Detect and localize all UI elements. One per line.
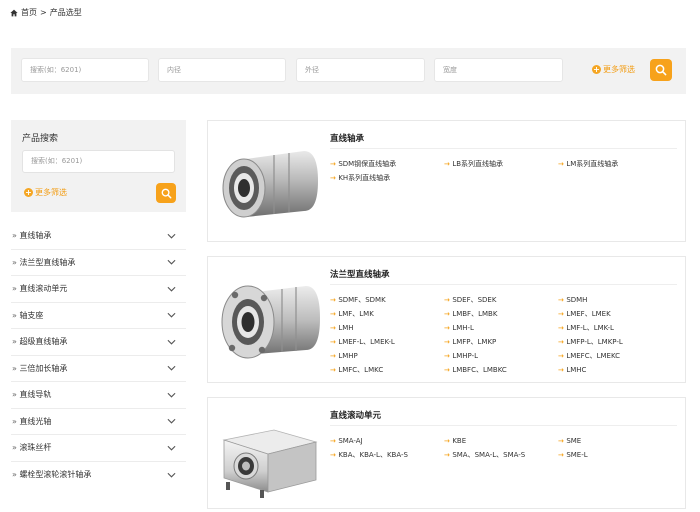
more-filter-button[interactable]: + 更多筛选	[592, 64, 635, 75]
sidebar-item-shaft-support[interactable]: 轴支座	[11, 303, 186, 329]
category-card-linear-rolling-unit: 直线滚动单元 SMA-AJ KBE SME KBA、KBA-L、KBA-S SM…	[207, 397, 686, 509]
sidebar-item-linear-rolling-unit[interactable]: 直线滚动单元	[11, 276, 186, 303]
sidebar-item-stud-roller[interactable]: 螺栓型滚轮滚针轴承	[11, 462, 186, 489]
product-link[interactable]: LMH-L	[444, 321, 558, 335]
product-link[interactable]: LB系列直线轴承	[444, 157, 558, 171]
sidebar-item-label: 直线滚动单元	[12, 283, 67, 294]
category-nav: 直线轴承 法兰型直线轴承 直线滚动单元 轴支座 超级直线轴承 三倍加长轴承 直线…	[11, 223, 186, 488]
search-icon	[655, 64, 667, 76]
chevron-down-icon	[167, 313, 176, 318]
search-band: 搜索(如：6201) 内径 外径 宽度 + 更多筛选	[11, 48, 686, 94]
product-link[interactable]: SDMH	[558, 293, 672, 307]
sidebar-item-label: 直线光轴	[12, 416, 51, 427]
sidebar-search-input[interactable]: 搜索(如：6201)	[22, 150, 175, 173]
chevron-down-icon	[167, 445, 176, 451]
breadcrumb-separator: >	[40, 8, 47, 17]
sidebar-item-label: 直线导轨	[12, 389, 51, 400]
rolling-unit-image[interactable]	[216, 422, 322, 500]
product-link[interactable]: SDM钢保直线轴承	[330, 157, 444, 171]
plus-circle-icon: +	[24, 188, 33, 197]
card-title[interactable]: 直线轴承	[330, 132, 364, 144]
product-link[interactable]: KBA、KBA-L、KBA-S	[330, 448, 444, 462]
sidebar-item-label: 法兰型直线轴承	[12, 257, 75, 268]
divider	[330, 425, 677, 426]
sidebar-more-filter-button[interactable]: + 更多筛选	[24, 187, 67, 198]
chevron-down-icon	[167, 392, 176, 398]
product-link[interactable]: LMHC	[558, 363, 672, 377]
flange-bearing-image[interactable]	[216, 274, 322, 364]
product-link[interactable]: SME	[558, 434, 672, 448]
product-link[interactable]: SMA-AJ	[330, 434, 444, 448]
linear-bearing-image[interactable]	[216, 145, 322, 223]
chevron-down-icon	[167, 366, 176, 371]
product-link[interactable]: LMFP、LMKP	[444, 335, 558, 349]
sidebar-search-button[interactable]	[156, 183, 176, 203]
card-title[interactable]: 法兰型直线轴承	[330, 268, 390, 280]
product-link[interactable]: LMEF-L、LMEK-L	[330, 335, 444, 349]
outer-diameter-input[interactable]: 外径	[296, 58, 425, 82]
sidebar-item-label: 超级直线轴承	[12, 336, 67, 347]
sidebar-item-linear-bearing[interactable]: 直线轴承	[11, 223, 186, 250]
product-link[interactable]: LM系列直线轴承	[558, 157, 672, 171]
product-link[interactable]: SME-L	[558, 448, 672, 462]
product-link[interactable]: LMHP-L	[444, 349, 558, 363]
card-title[interactable]: 直线滚动单元	[330, 409, 381, 421]
product-link[interactable]: LMHP	[330, 349, 444, 363]
home-icon[interactable]	[10, 9, 18, 17]
chevron-down-icon	[167, 260, 176, 265]
product-link[interactable]: LMFP-L、LMKP-L	[558, 335, 672, 349]
breadcrumb: 首页 > 产品选型	[10, 7, 82, 18]
plus-circle-icon: +	[592, 65, 601, 74]
category-card-linear-bearing: 直线轴承 SDM钢保直线轴承 LB系列直线轴承 LM系列直线轴承 KH系列直线轴…	[207, 120, 686, 242]
breadcrumb-home-link[interactable]: 首页	[21, 7, 37, 18]
sidebar-title: 产品搜索	[22, 134, 59, 144]
product-link-grid: SMA-AJ KBE SME KBA、KBA-L、KBA-S SMA、SMA-L…	[330, 434, 672, 462]
product-link[interactable]: LMEF、LMEK	[558, 307, 672, 321]
search-icon	[161, 188, 171, 198]
product-link[interactable]: SDEF、SDEK	[444, 293, 558, 307]
sidebar-item-label: 三倍加长轴承	[12, 363, 67, 374]
keyword-search-input[interactable]: 搜索(如：6201)	[21, 58, 149, 82]
sidebar-more-filter-label: 更多筛选	[35, 188, 67, 197]
chevron-down-icon	[167, 419, 176, 424]
product-link[interactable]: LMF、LMK	[330, 307, 444, 321]
chevron-down-icon	[167, 286, 176, 292]
product-link[interactable]: LMH	[330, 321, 444, 335]
product-link[interactable]: SDMF、SDMK	[330, 293, 444, 307]
search-button[interactable]	[650, 59, 672, 81]
product-link-grid: SDM钢保直线轴承 LB系列直线轴承 LM系列直线轴承 KH系列直线轴承	[330, 157, 672, 185]
product-link[interactable]: LMFC、LMKC	[330, 363, 444, 377]
product-link[interactable]: LMEFC、LMEKC	[558, 349, 672, 363]
sidebar-item-linear-shaft[interactable]: 直线光轴	[11, 409, 186, 435]
chevron-down-icon	[167, 339, 176, 345]
product-link[interactable]: LMBF、LMBK	[444, 307, 558, 321]
product-link[interactable]: LMBFC、LMBKC	[444, 363, 558, 377]
product-link[interactable]: KBE	[444, 434, 558, 448]
divider	[330, 148, 677, 149]
product-link[interactable]: KH系列直线轴承	[330, 171, 444, 185]
sidebar-item-label: 直线轴承	[12, 230, 51, 241]
sidebar-item-ball-screw[interactable]: 滚珠丝杆	[11, 435, 186, 462]
sidebar-item-super-linear-bearing[interactable]: 超级直线轴承	[11, 329, 186, 356]
breadcrumb-current: 产品选型	[49, 8, 82, 17]
sidebar-item-label: 滚珠丝杆	[12, 442, 51, 453]
sidebar-item-linear-guide[interactable]: 直线导轨	[11, 382, 186, 409]
width-input[interactable]: 宽度	[434, 58, 563, 82]
chevron-down-icon	[167, 233, 176, 239]
sidebar-search-panel: 产品搜索 搜索(如：6201) + 更多筛选	[11, 120, 186, 212]
sidebar-item-flange-linear-bearing[interactable]: 法兰型直线轴承	[11, 250, 186, 276]
product-link[interactable]: SMA、SMA-L、SMA-S	[444, 448, 558, 462]
sidebar-item-triple-long-bearing[interactable]: 三倍加长轴承	[11, 356, 186, 382]
chevron-down-icon	[167, 472, 176, 478]
category-card-flange-linear-bearing: 法兰型直线轴承 SDMF、SDMK SDEF、SDEK SDMH LMF、LMK…	[207, 256, 686, 383]
inner-diameter-input[interactable]: 内径	[158, 58, 286, 82]
more-filter-label: 更多筛选	[603, 65, 635, 74]
product-link-grid: SDMF、SDMK SDEF、SDEK SDMH LMF、LMK LMBF、LM…	[330, 293, 672, 377]
product-link[interactable]: LMF-L、LMK-L	[558, 321, 672, 335]
sidebar-item-label: 轴支座	[12, 310, 43, 321]
sidebar-item-label: 螺栓型滚轮滚针轴承	[12, 469, 91, 480]
divider	[330, 284, 677, 285]
